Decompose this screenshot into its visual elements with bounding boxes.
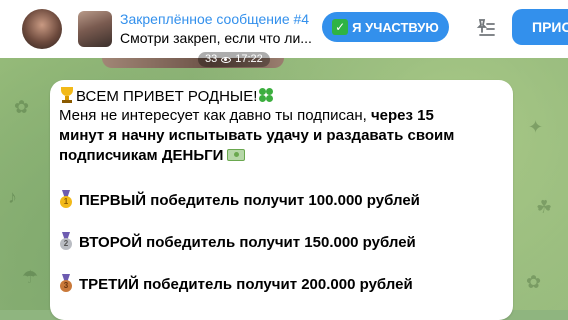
participate-button[interactable]: ✓ Я УЧАСТВУЮ [322, 12, 449, 42]
bronze-medal-icon: 3 [59, 274, 73, 292]
winner-line: 2 ВТОРОЙ победитель получит 150.000 рубле… [59, 232, 416, 253]
message-line: минут я начну испытывать удачу и раздава… [59, 127, 455, 144]
participate-button-label: Я УЧАСТВУЮ [352, 19, 439, 35]
intro-bold-text: через 15 [370, 107, 434, 124]
winner-place: ПЕРВЫЙ [79, 192, 147, 209]
pinned-list-icon[interactable] [474, 16, 498, 40]
winner-text: победитель получит 150.000 рублей [141, 234, 416, 251]
wallpaper-doodle: ✦ [528, 117, 544, 137]
money-banknote-icon [227, 149, 246, 161]
eye-icon [221, 56, 232, 63]
winner-line: 1 ПЕРВЫЙ победитель получит 100.000 рубле… [59, 190, 420, 211]
gold-medal-icon: 1 [59, 190, 73, 208]
channel-avatar[interactable] [22, 9, 62, 49]
silver-medal-icon: 2 [59, 232, 73, 250]
wallpaper-doodle: ☂ [22, 267, 39, 287]
winner-text: победитель получит 100.000 рублей [146, 192, 420, 209]
winner-place: ВТОРОЙ [79, 234, 142, 251]
pinned-message-bar[interactable]: Закреплённое сообщение #4 Смотри закреп,… [0, 0, 568, 59]
message-time: 17:22 [235, 53, 263, 65]
intro-text: Меня не интересует как давно ты подписан… [59, 107, 371, 124]
wallpaper-doodle: ♪ [8, 187, 17, 207]
pinned-message-thumbnail[interactable] [78, 11, 112, 47]
message-line: Меня не интересует как давно ты подписан… [59, 106, 434, 126]
message-bubble[interactable]: ВСЕМ ПРИВЕТ РОДНЫЕ! Меня не интересует к… [50, 80, 513, 320]
join-channel-button[interactable]: ПРИС [512, 9, 568, 45]
wallpaper-doodle: ✿ [526, 272, 542, 292]
message-line: ВСЕМ ПРИВЕТ РОДНЫЕ! [59, 86, 274, 107]
four-leaf-clover-icon [258, 87, 274, 103]
message-line: подписчикам ДЕНЬГИ [59, 146, 246, 166]
trophy-icon [59, 86, 75, 104]
check-mark-button-icon: ✓ [332, 19, 349, 35]
previous-message-meta: 33 17:22 [198, 52, 270, 67]
winner-line: 3 ТРЕТИЙ победитель получит 200.000 рубле… [59, 274, 413, 295]
pinned-message-title[interactable]: Закреплённое сообщение #4 [120, 11, 309, 27]
winner-text: победитель получит 200.000 рублей [138, 276, 413, 293]
pinned-message-preview[interactable]: Смотри закреп, если что ли... [120, 30, 312, 46]
greeting-text: ВСЕМ ПРИВЕТ РОДНЫЕ! [76, 88, 258, 105]
wallpaper-doodle: ☘ [536, 197, 553, 217]
views-count: 33 [205, 53, 218, 65]
winner-place: ТРЕТИЙ [79, 276, 139, 293]
wallpaper-doodle: ✿ [14, 97, 30, 117]
money-text: подписчикам ДЕНЬГИ [59, 147, 224, 164]
